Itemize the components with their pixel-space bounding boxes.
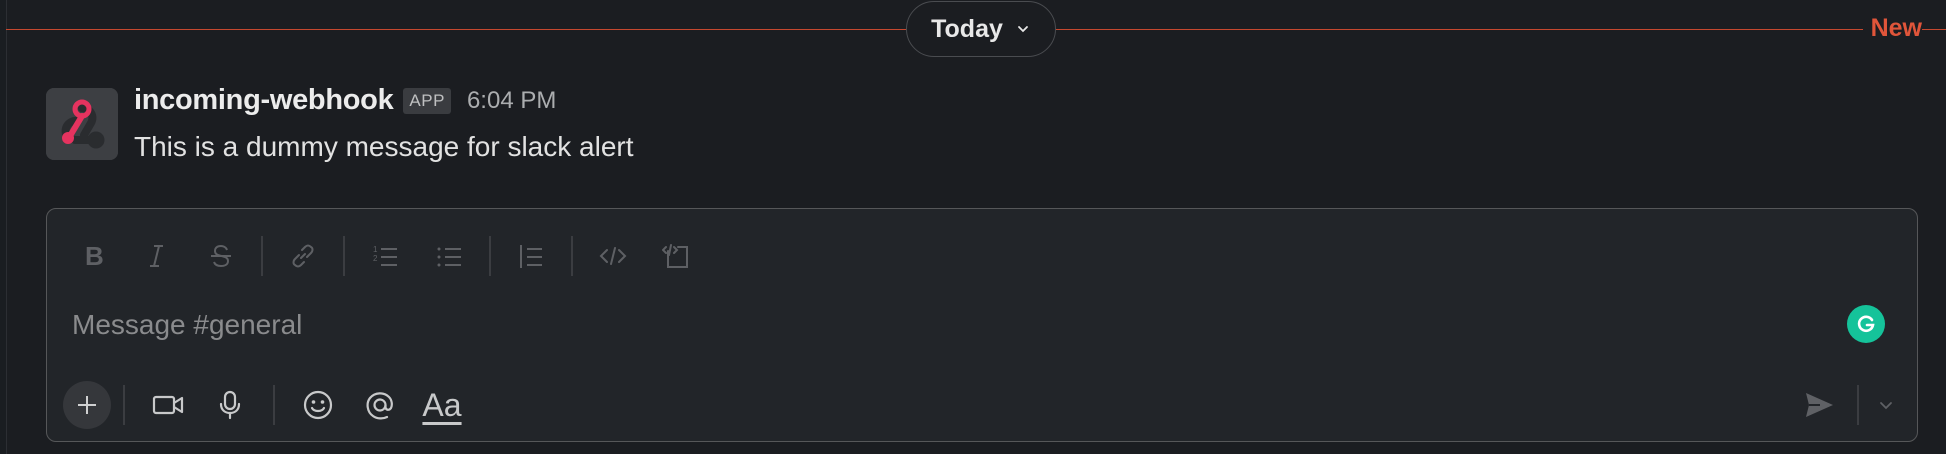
svg-text:1: 1 [373, 245, 378, 254]
sender-name[interactable]: incoming-webhook [134, 84, 394, 117]
composer-actions: Aa [63, 377, 473, 433]
toolbar-separator [343, 236, 345, 276]
toolbar-separator [261, 236, 263, 276]
avatar[interactable] [46, 88, 118, 160]
code-button[interactable] [581, 229, 645, 283]
italic-button[interactable] [125, 229, 189, 283]
link-icon [292, 244, 314, 268]
message-input[interactable] [72, 309, 1772, 341]
grammarly-button[interactable] [1847, 305, 1885, 343]
toolbar-separator [489, 236, 491, 276]
emoji-button[interactable] [287, 377, 349, 433]
blockquote-icon [520, 245, 542, 268]
bold-icon: B [85, 241, 104, 271]
plus-icon [78, 396, 96, 414]
blockquote-button[interactable] [499, 229, 563, 283]
ordered-list-icon: 12 [373, 245, 397, 266]
toolbar-separator [123, 385, 125, 425]
send-area [1791, 377, 1903, 433]
app-badge: APP [403, 87, 451, 114]
video-camera-icon [152, 395, 184, 415]
date-label: Today [931, 14, 1003, 43]
strikethrough-button[interactable] [189, 229, 253, 283]
microphone-icon [219, 390, 241, 420]
code-icon [599, 247, 627, 265]
ordered-list-button[interactable]: 12 [353, 229, 417, 283]
toolbar-separator [1857, 385, 1859, 425]
toolbar-separator [273, 385, 275, 425]
formatting-toggle-button[interactable]: Aa [411, 377, 473, 433]
link-button[interactable] [271, 229, 335, 283]
chevron-down-icon [1880, 402, 1892, 410]
toolbar-separator [571, 236, 573, 276]
message-text: This is a dummy message for slack alert [134, 131, 634, 162]
svg-text:2: 2 [373, 254, 378, 263]
bulleted-list-icon [437, 247, 461, 267]
code-block-button[interactable] [645, 229, 709, 283]
formatting-toggle-label: Aa [422, 386, 462, 423]
chevron-down-icon [1017, 26, 1028, 33]
schedule-send-button[interactable] [1869, 377, 1903, 433]
grammarly-icon [1857, 315, 1875, 333]
code-block-icon [662, 244, 688, 268]
message-timestamp[interactable]: 6:04 PM [467, 87, 556, 115]
new-messages-label: New [1862, 14, 1922, 43]
bulleted-list-button[interactable] [417, 229, 481, 283]
attach-button[interactable] [63, 381, 111, 429]
video-clip-button[interactable] [137, 377, 199, 433]
smiley-icon [303, 390, 333, 420]
strikethrough-icon [211, 244, 231, 268]
at-sign-icon [366, 392, 393, 420]
italic-icon [150, 245, 163, 267]
audio-clip-button[interactable] [199, 377, 261, 433]
send-button[interactable] [1791, 377, 1847, 433]
svg-text:B: B [85, 241, 104, 271]
mention-button[interactable] [349, 377, 411, 433]
send-icon [1806, 393, 1833, 417]
message-header: incoming-webhook APP 6:04 PM [134, 84, 556, 117]
bold-button[interactable]: B [61, 229, 125, 283]
date-jump-button[interactable]: Today [906, 1, 1056, 57]
message-composer: B 12 Message #general Aa [46, 208, 1918, 442]
formatting-toolbar: B 12 [61, 229, 709, 283]
webhook-icon [46, 88, 118, 160]
left-edge [0, 0, 7, 454]
